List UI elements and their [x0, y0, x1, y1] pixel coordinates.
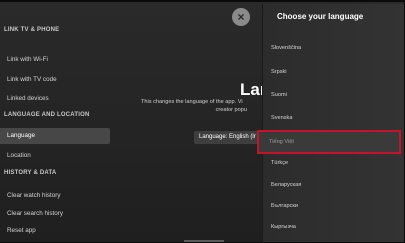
- section-header-link-tv-phone: LINK TV & PHONE: [4, 27, 60, 33]
- sidebar-item-location[interactable]: Location: [0, 148, 110, 164]
- language-option-selected[interactable]: Tiếng Việt: [257, 130, 401, 154]
- language-option-svenska[interactable]: Svenska: [271, 115, 292, 121]
- sidebar-item-link-tv-code[interactable]: Link with TV code: [0, 72, 110, 88]
- description-line-1: This changes the language of the app. Vi: [141, 99, 243, 105]
- close-button[interactable]: ×: [232, 8, 250, 26]
- language-option-turkce[interactable]: Türkçe: [271, 160, 288, 166]
- panel-title: Choose your language: [277, 12, 364, 21]
- sidebar-item-link-wifi[interactable]: Link with Wi-Fi: [0, 52, 110, 68]
- language-option-bulgarian[interactable]: Български: [271, 203, 298, 209]
- sidebar-item-reset-app[interactable]: Reset app: [0, 223, 110, 239]
- language-option-slovenscina[interactable]: Slovenščina: [271, 45, 301, 51]
- sidebar-item-language[interactable]: Language: [0, 128, 110, 144]
- tv-screen: LINK TV & PHONE Link with Wi-Fi Link wit…: [0, 2, 404, 242]
- language-option-srpski[interactable]: Srpski: [271, 69, 287, 75]
- language-picker-panel: Choose your language Slovenščina Srpski …: [257, 4, 404, 242]
- language-description: This changes the language of the app. Vi…: [141, 99, 281, 114]
- sidebar-item-linked-devices[interactable]: Linked devices: [0, 91, 110, 107]
- language-option-kyrgyz[interactable]: Кыргызча: [271, 224, 296, 230]
- tv-stand-edge: [184, 240, 224, 242]
- language-option-suomi[interactable]: Suomi: [271, 92, 287, 98]
- selected-language-label: Tiếng Việt: [269, 139, 294, 145]
- settings-sidebar: LINK TV & PHONE Link with Wi-Fi Link wit…: [0, 10, 118, 242]
- close-icon: ×: [237, 10, 245, 24]
- section-header-history-data: HISTORY & DATA: [4, 170, 57, 176]
- description-line-2: creator popu: [215, 106, 247, 113]
- language-option-belarusian[interactable]: Беларуская: [271, 182, 301, 188]
- sidebar-item-clear-search-history[interactable]: Clear search history: [0, 206, 110, 222]
- section-header-language-location: LANGUAGE AND LOCATION: [4, 112, 90, 118]
- sidebar-item-clear-watch-history[interactable]: Clear watch history: [0, 188, 110, 204]
